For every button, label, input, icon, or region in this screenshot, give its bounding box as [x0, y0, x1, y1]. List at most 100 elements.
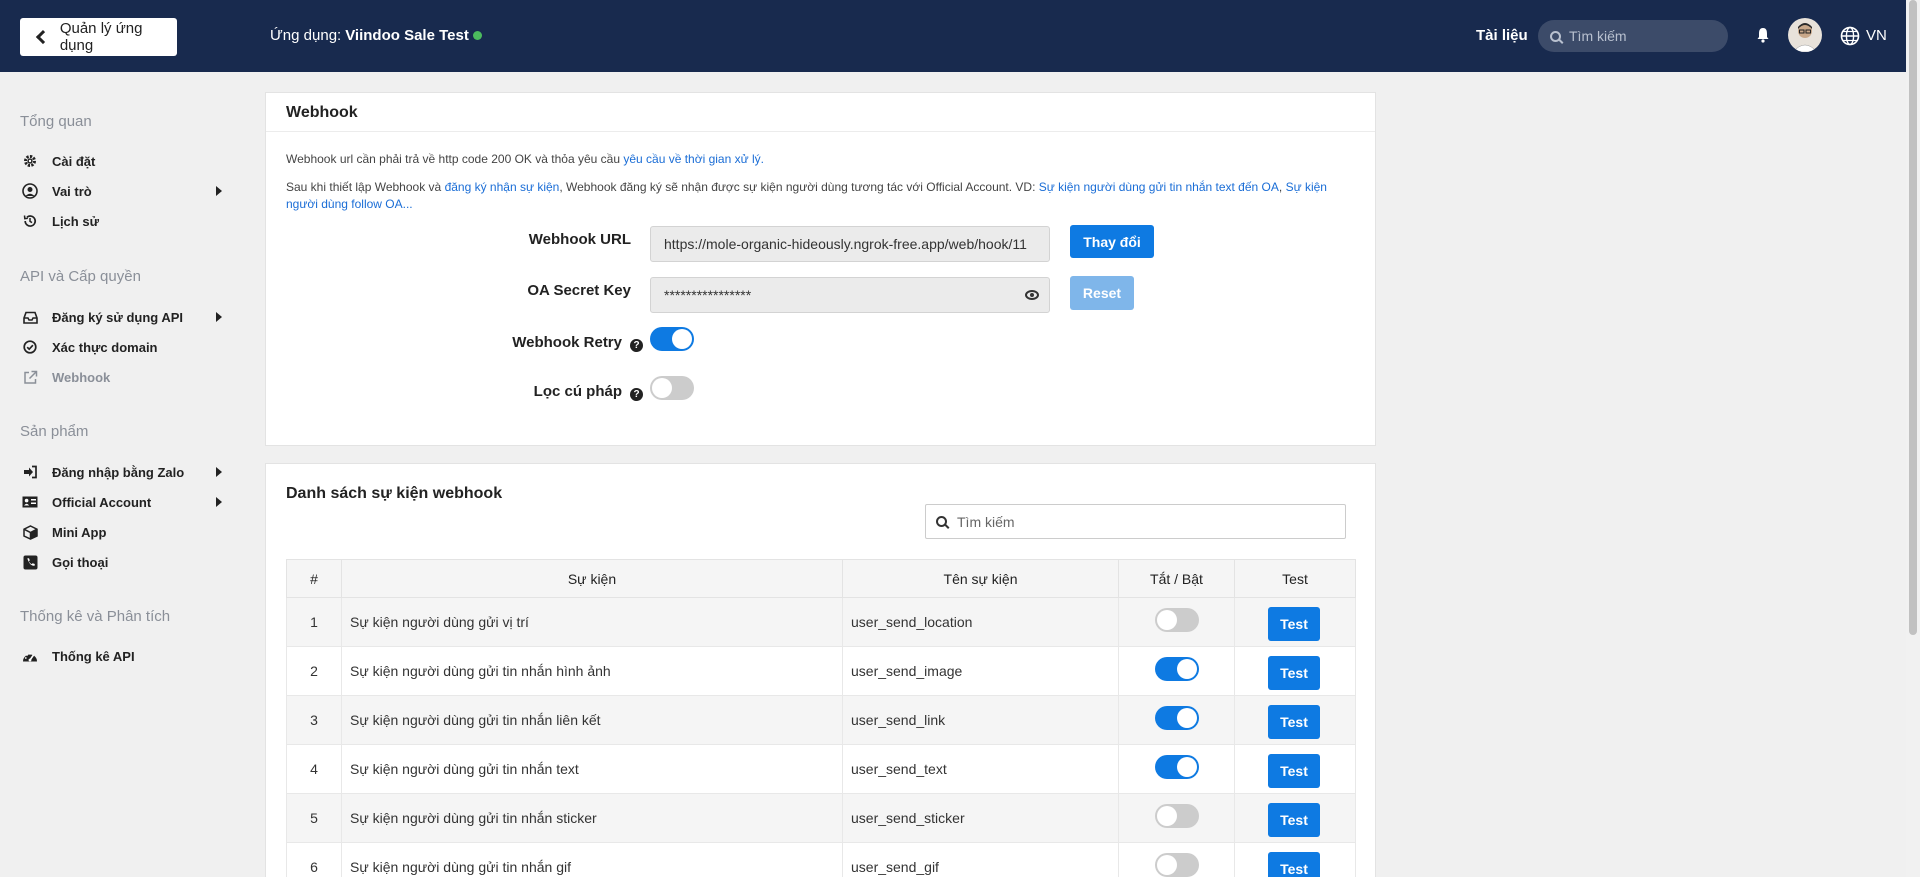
event-name: user_send_image	[842, 646, 1119, 696]
row-number: 6	[286, 842, 342, 877]
test-event-button[interactable]: Test	[1268, 852, 1320, 877]
sidebar-item-voice-call[interactable]: Gọi thoại	[22, 551, 222, 573]
table-row: 5 Sự kiện người dùng gửi tin nhắn sticker…	[286, 793, 1356, 843]
top-search-input[interactable]: Tìm kiếm	[1538, 20, 1728, 52]
sidebar-item-zalo-login[interactable]: Đăng nhập bằng Zalo	[22, 461, 222, 483]
note2-text-1: Sau khi thiết lập Webhook và	[286, 180, 442, 194]
table-row: 4 Sự kiện người dùng gửi tin nhắn text use…	[286, 744, 1356, 794]
table-header-row: # Sự kiện Tên sự kiện Tắt / Bật Test	[286, 559, 1356, 598]
table-row: 3 Sự kiện người dùng gửi tin nhắn liên kế…	[286, 695, 1356, 745]
webhook-settings-card: Webhook Webhook url cần phải trả về http…	[265, 92, 1376, 446]
check-circle-icon	[22, 339, 38, 355]
processing-time-requirement-link[interactable]: yêu cầu về thời gian xử lý.	[623, 152, 764, 166]
toggle-cell	[1118, 793, 1235, 843]
phone-icon	[22, 554, 38, 570]
event-name: user_send_link	[842, 695, 1119, 745]
event-enable-toggle[interactable]	[1155, 804, 1199, 828]
caret-right-icon	[216, 497, 222, 507]
test-event-button[interactable]: Test	[1268, 607, 1320, 641]
top-search-placeholder: Tìm kiếm	[1569, 28, 1627, 44]
test-event-button[interactable]: Test	[1268, 656, 1320, 690]
webhook-retry-toggle[interactable]	[650, 327, 694, 351]
caret-right-icon	[216, 186, 222, 196]
language-selector[interactable]: VN	[1866, 27, 1887, 44]
oa-secret-key-input[interactable]: ****************	[650, 277, 1050, 313]
back-button-label: Quản lý ứng dụng	[59, 20, 143, 54]
page-scrollbar[interactable]	[1906, 0, 1920, 877]
sidebar-item-label: Webhook	[52, 369, 111, 385]
change-webhook-url-button[interactable]: Thay đổi	[1070, 225, 1154, 258]
test-event-button[interactable]: Test	[1268, 705, 1320, 739]
search-icon	[1550, 30, 1561, 42]
sign-in-icon	[22, 464, 38, 480]
event-name: user_send_location	[842, 597, 1119, 647]
test-cell: Test	[1234, 597, 1356, 647]
online-status-dot	[472, 31, 482, 40]
dashboard-icon	[22, 648, 38, 664]
event-enable-toggle[interactable]	[1155, 657, 1199, 681]
caret-right-icon	[216, 467, 222, 477]
toggle-cell	[1118, 842, 1235, 877]
event-name: user_send_sticker	[842, 793, 1119, 843]
sidebar-section-overview: Tổng quan	[20, 113, 92, 130]
toggle-knob	[652, 378, 672, 398]
avatar[interactable]	[1788, 18, 1822, 52]
sidebar-item-webhook[interactable]: Webhook	[22, 366, 222, 388]
column-header-event: Sự kiện	[341, 559, 843, 598]
event-description: Sự kiện người dùng gửi vị trí	[341, 597, 843, 647]
table-row: 6 Sự kiện người dùng gửi tin nhắn gif user…	[286, 842, 1356, 877]
toggle-knob	[1177, 659, 1197, 679]
globe-icon[interactable]	[1840, 26, 1860, 46]
scrollbar-thumb[interactable]	[1909, 0, 1917, 635]
event-enable-toggle[interactable]	[1155, 706, 1199, 730]
events-search-input[interactable]: Tìm kiếm	[925, 504, 1346, 539]
sidebar-section-api: API và Cấp quyền	[20, 268, 141, 285]
send-text-event-link[interactable]: Sự kiện người dùng gửi tin nhắn text đến…	[1039, 180, 1279, 194]
test-cell: Test	[1234, 793, 1356, 843]
toggle-knob	[1157, 610, 1177, 630]
test-event-button[interactable]: Test	[1268, 803, 1320, 837]
sidebar-item-api-registration[interactable]: Đăng ký sử dụng API	[22, 306, 222, 328]
cube-icon	[22, 524, 38, 540]
docs-link[interactable]: Tài liệu	[1476, 27, 1528, 44]
sidebar-item-roles[interactable]: Vai trò	[22, 180, 222, 202]
sidebar-item-label: Lịch sử	[52, 213, 99, 229]
sidebar-item-label: Cài đặt	[52, 153, 96, 169]
event-enable-toggle[interactable]	[1155, 755, 1199, 779]
toggle-knob	[1157, 855, 1177, 875]
back-to-app-management-button[interactable]: Quản lý ứng dụng	[20, 18, 177, 56]
syntax-filter-toggle[interactable]	[650, 376, 694, 400]
oa-secret-key-label: OA Secret Key	[527, 282, 631, 299]
toggle-cell	[1118, 744, 1235, 794]
eye-icon[interactable]	[1025, 290, 1039, 300]
column-header-test: Test	[1234, 559, 1356, 598]
sidebar-item-label: Official Account	[52, 494, 152, 510]
sidebar-item-settings[interactable]: Cài đặt	[22, 150, 222, 172]
webhook-url-input[interactable]: https://mole-organic-hideously.ngrok-fre…	[650, 226, 1050, 262]
note1-text: Webhook url cần phải trả về http code 20…	[286, 152, 620, 166]
question-circle-icon[interactable]: ?	[630, 388, 643, 401]
toggle-knob	[1177, 708, 1197, 728]
question-circle-icon[interactable]: ?	[630, 339, 643, 352]
event-enable-toggle[interactable]	[1155, 853, 1199, 877]
test-event-button[interactable]: Test	[1268, 754, 1320, 788]
top-navigation-bar: Quản lý ứng dụng Ứng dụng: Viindoo Sale …	[0, 0, 1906, 72]
bell-icon[interactable]	[1756, 27, 1770, 43]
sidebar-item-official-account[interactable]: Official Account	[22, 491, 222, 513]
sidebar-item-label: Vai trò	[52, 183, 92, 199]
user-circle-icon	[22, 183, 38, 199]
reset-secret-key-button[interactable]: Reset	[1070, 276, 1134, 310]
sidebar-item-api-statistics[interactable]: Thống kê API	[22, 645, 222, 667]
event-description: Sự kiện người dùng gửi tin nhắn text	[341, 744, 843, 794]
event-enable-toggle[interactable]	[1155, 608, 1199, 632]
test-cell: Test	[1234, 842, 1356, 877]
event-registration-link[interactable]: đăng ký nhận sự kiện	[445, 180, 560, 194]
sidebar-item-history[interactable]: Lịch sử	[22, 210, 222, 232]
sidebar-item-domain-verification[interactable]: Xác thực domain	[22, 336, 222, 358]
sidebar-section-analytics: Thống kê và Phân tích	[20, 608, 171, 625]
app-prefix: Ứng dụng:	[270, 27, 342, 44]
sidebar-item-mini-app[interactable]: Mini App	[22, 521, 222, 543]
search-icon	[936, 516, 947, 527]
sidebar-item-label: Xác thực domain	[52, 339, 158, 355]
events-card-title: Danh sách sự kiện webhook	[286, 485, 503, 502]
